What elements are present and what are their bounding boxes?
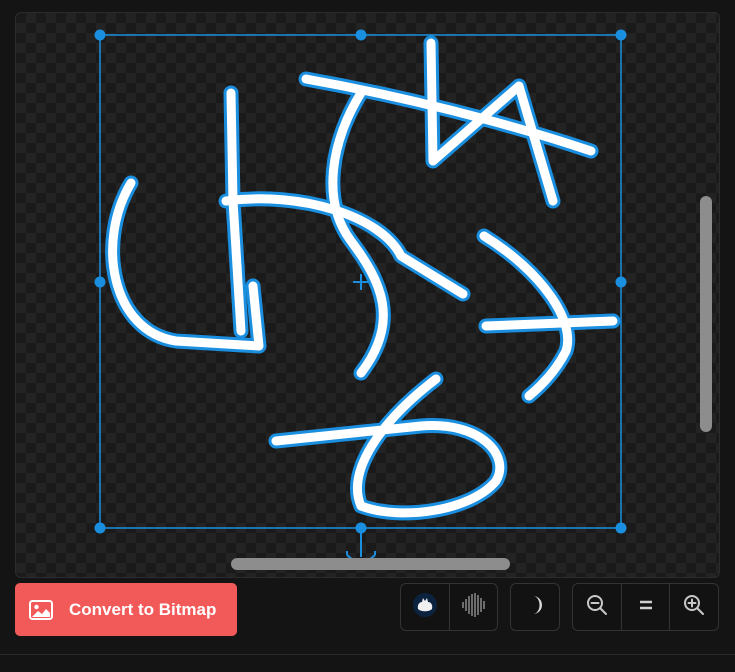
resize-handle-bottom-right[interactable] <box>615 522 627 534</box>
zoom-in-icon <box>682 593 706 622</box>
canvas-drawing[interactable] <box>16 13 719 577</box>
waveform-icon <box>460 591 488 624</box>
zoom-in-button[interactable] <box>669 584 717 630</box>
blob-mode-button[interactable] <box>401 584 449 630</box>
render-mode-group <box>400 583 498 631</box>
blob-icon <box>411 591 439 624</box>
drawing-canvas[interactable] <box>15 12 720 578</box>
bottom-divider <box>0 654 735 655</box>
theme-group <box>510 583 560 631</box>
image-icon <box>29 599 53 620</box>
resize-handle-bottom[interactable] <box>355 522 367 534</box>
resize-handle-top-left[interactable] <box>94 29 106 41</box>
horizontal-scrollbar[interactable] <box>231 558 510 570</box>
resize-handle-top[interactable] <box>355 29 367 41</box>
convert-to-bitmap-button[interactable]: Convert to Bitmap <box>15 583 237 636</box>
sketch-strokes[interactable] <box>105 35 621 521</box>
zoom-fit-button[interactable] <box>621 584 669 630</box>
zoom-controls <box>572 583 719 631</box>
resize-handle-left[interactable] <box>94 276 106 288</box>
resize-handle-bottom-left[interactable] <box>94 522 106 534</box>
zoom-out-button[interactable] <box>573 584 621 630</box>
resize-handle-top-right[interactable] <box>615 29 627 41</box>
fit-icon <box>638 598 654 616</box>
theme-toggle-button[interactable] <box>511 584 559 630</box>
moon-icon <box>525 594 545 621</box>
zoom-out-icon <box>585 593 609 622</box>
resize-handle-right[interactable] <box>615 276 627 288</box>
convert-button-label: Convert to Bitmap <box>69 599 217 619</box>
waveform-mode-button[interactable] <box>449 584 497 630</box>
vertical-scrollbar[interactable] <box>700 196 712 432</box>
